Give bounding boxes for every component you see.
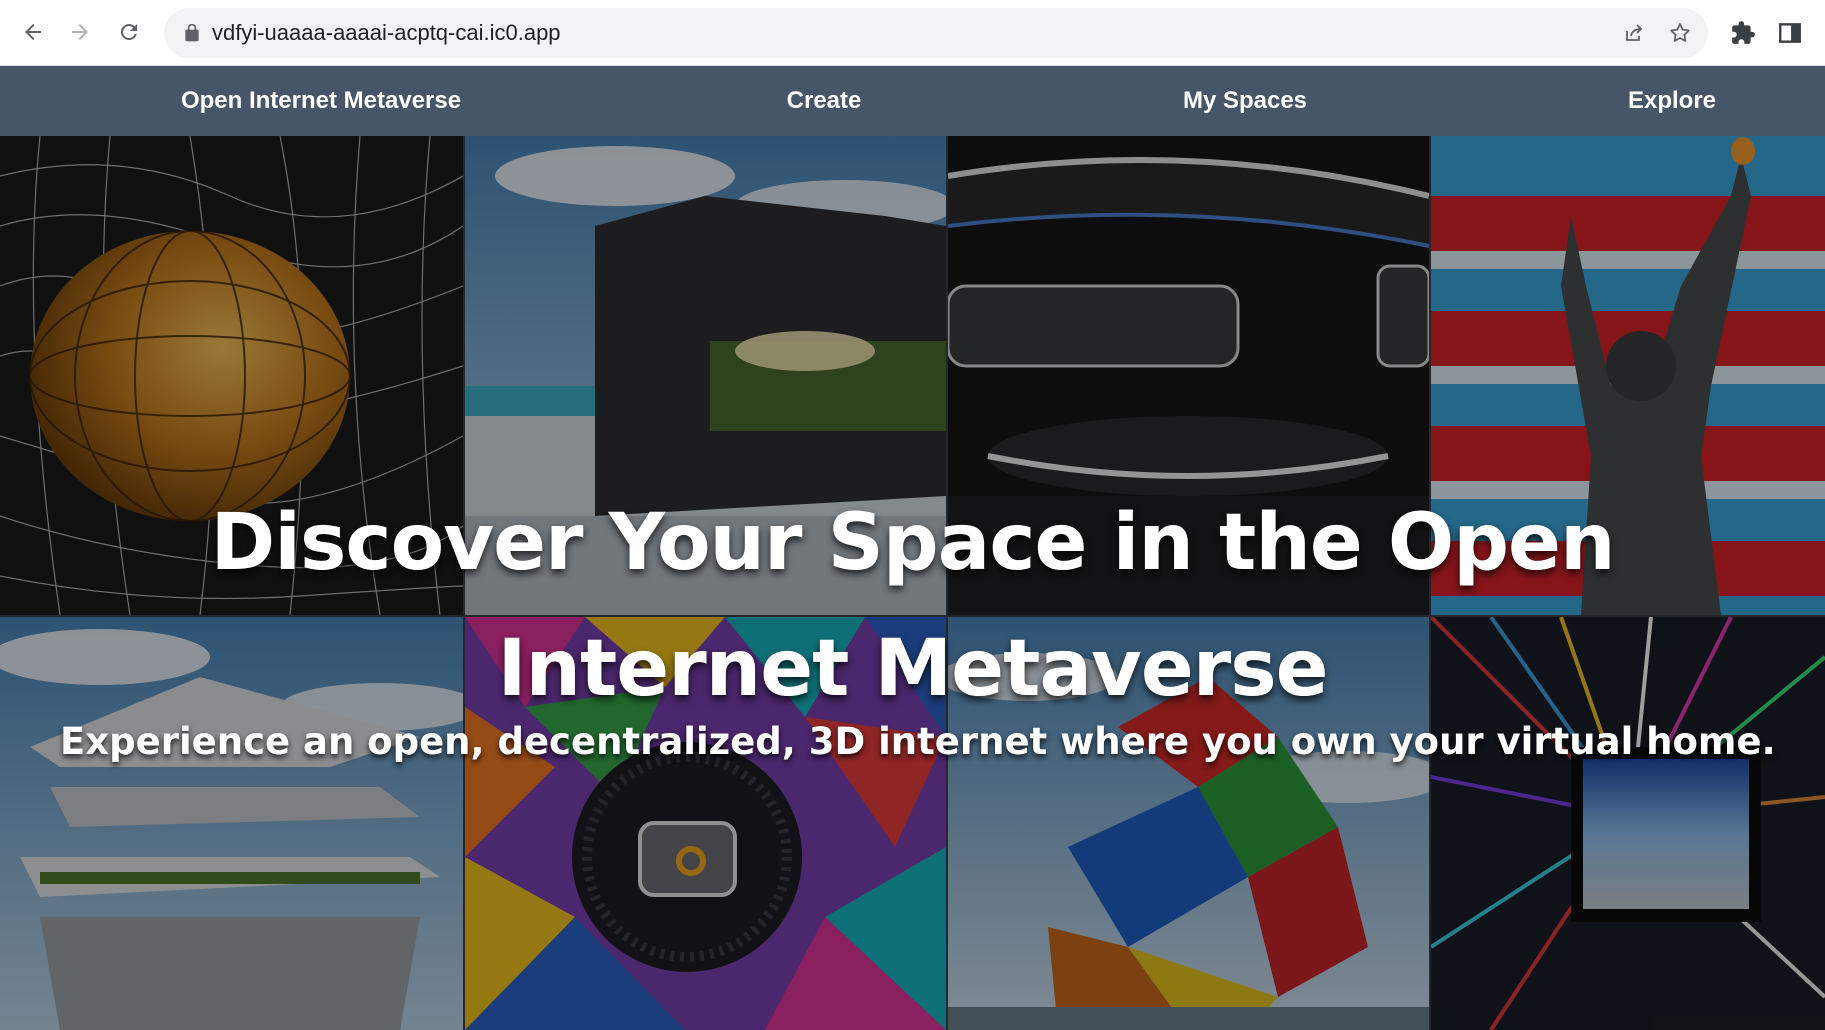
puzzle-icon[interactable] — [1730, 20, 1756, 46]
arrow-right-icon — [72, 24, 88, 40]
site-navbar: Open Internet Metaverse Create My Spaces… — [0, 66, 1825, 136]
url-text[interactable]: vdfyi-uaaaa-aaaai-acptq-cai.ic0.app — [212, 20, 561, 46]
back-button[interactable] — [15, 14, 51, 50]
address-bar[interactable]: vdfyi-uaaaa-aaaai-acptq-cai.ic0.app — [164, 8, 1708, 58]
nav-my-spaces-link[interactable]: My Spaces — [1183, 85, 1307, 117]
nav-brand-link[interactable]: Open Internet Metaverse — [181, 85, 461, 117]
nav-explore-link[interactable]: Explore — [1628, 85, 1716, 117]
nav-create-link[interactable]: Create — [787, 85, 862, 117]
reload-icon — [120, 23, 137, 40]
star-icon[interactable] — [1668, 21, 1692, 45]
browser-toolbar: vdfyi-uaaaa-aaaai-acptq-cai.ic0.app — [0, 0, 1825, 66]
forward-button[interactable] — [62, 14, 98, 50]
arrow-left-icon — [25, 24, 41, 40]
hero-title: Discover Your Space in the Open Internet… — [210, 498, 1616, 714]
lock-icon — [185, 23, 199, 42]
reload-button[interactable] — [111, 14, 147, 50]
share-icon[interactable] — [1622, 21, 1646, 45]
side-panel-icon[interactable] — [1777, 20, 1803, 46]
hero-section: Discover Your Space in the Open Internet… — [0, 136, 1825, 1030]
hero-subtitle: Experience an open, decentralized, 3D in… — [60, 720, 1776, 763]
